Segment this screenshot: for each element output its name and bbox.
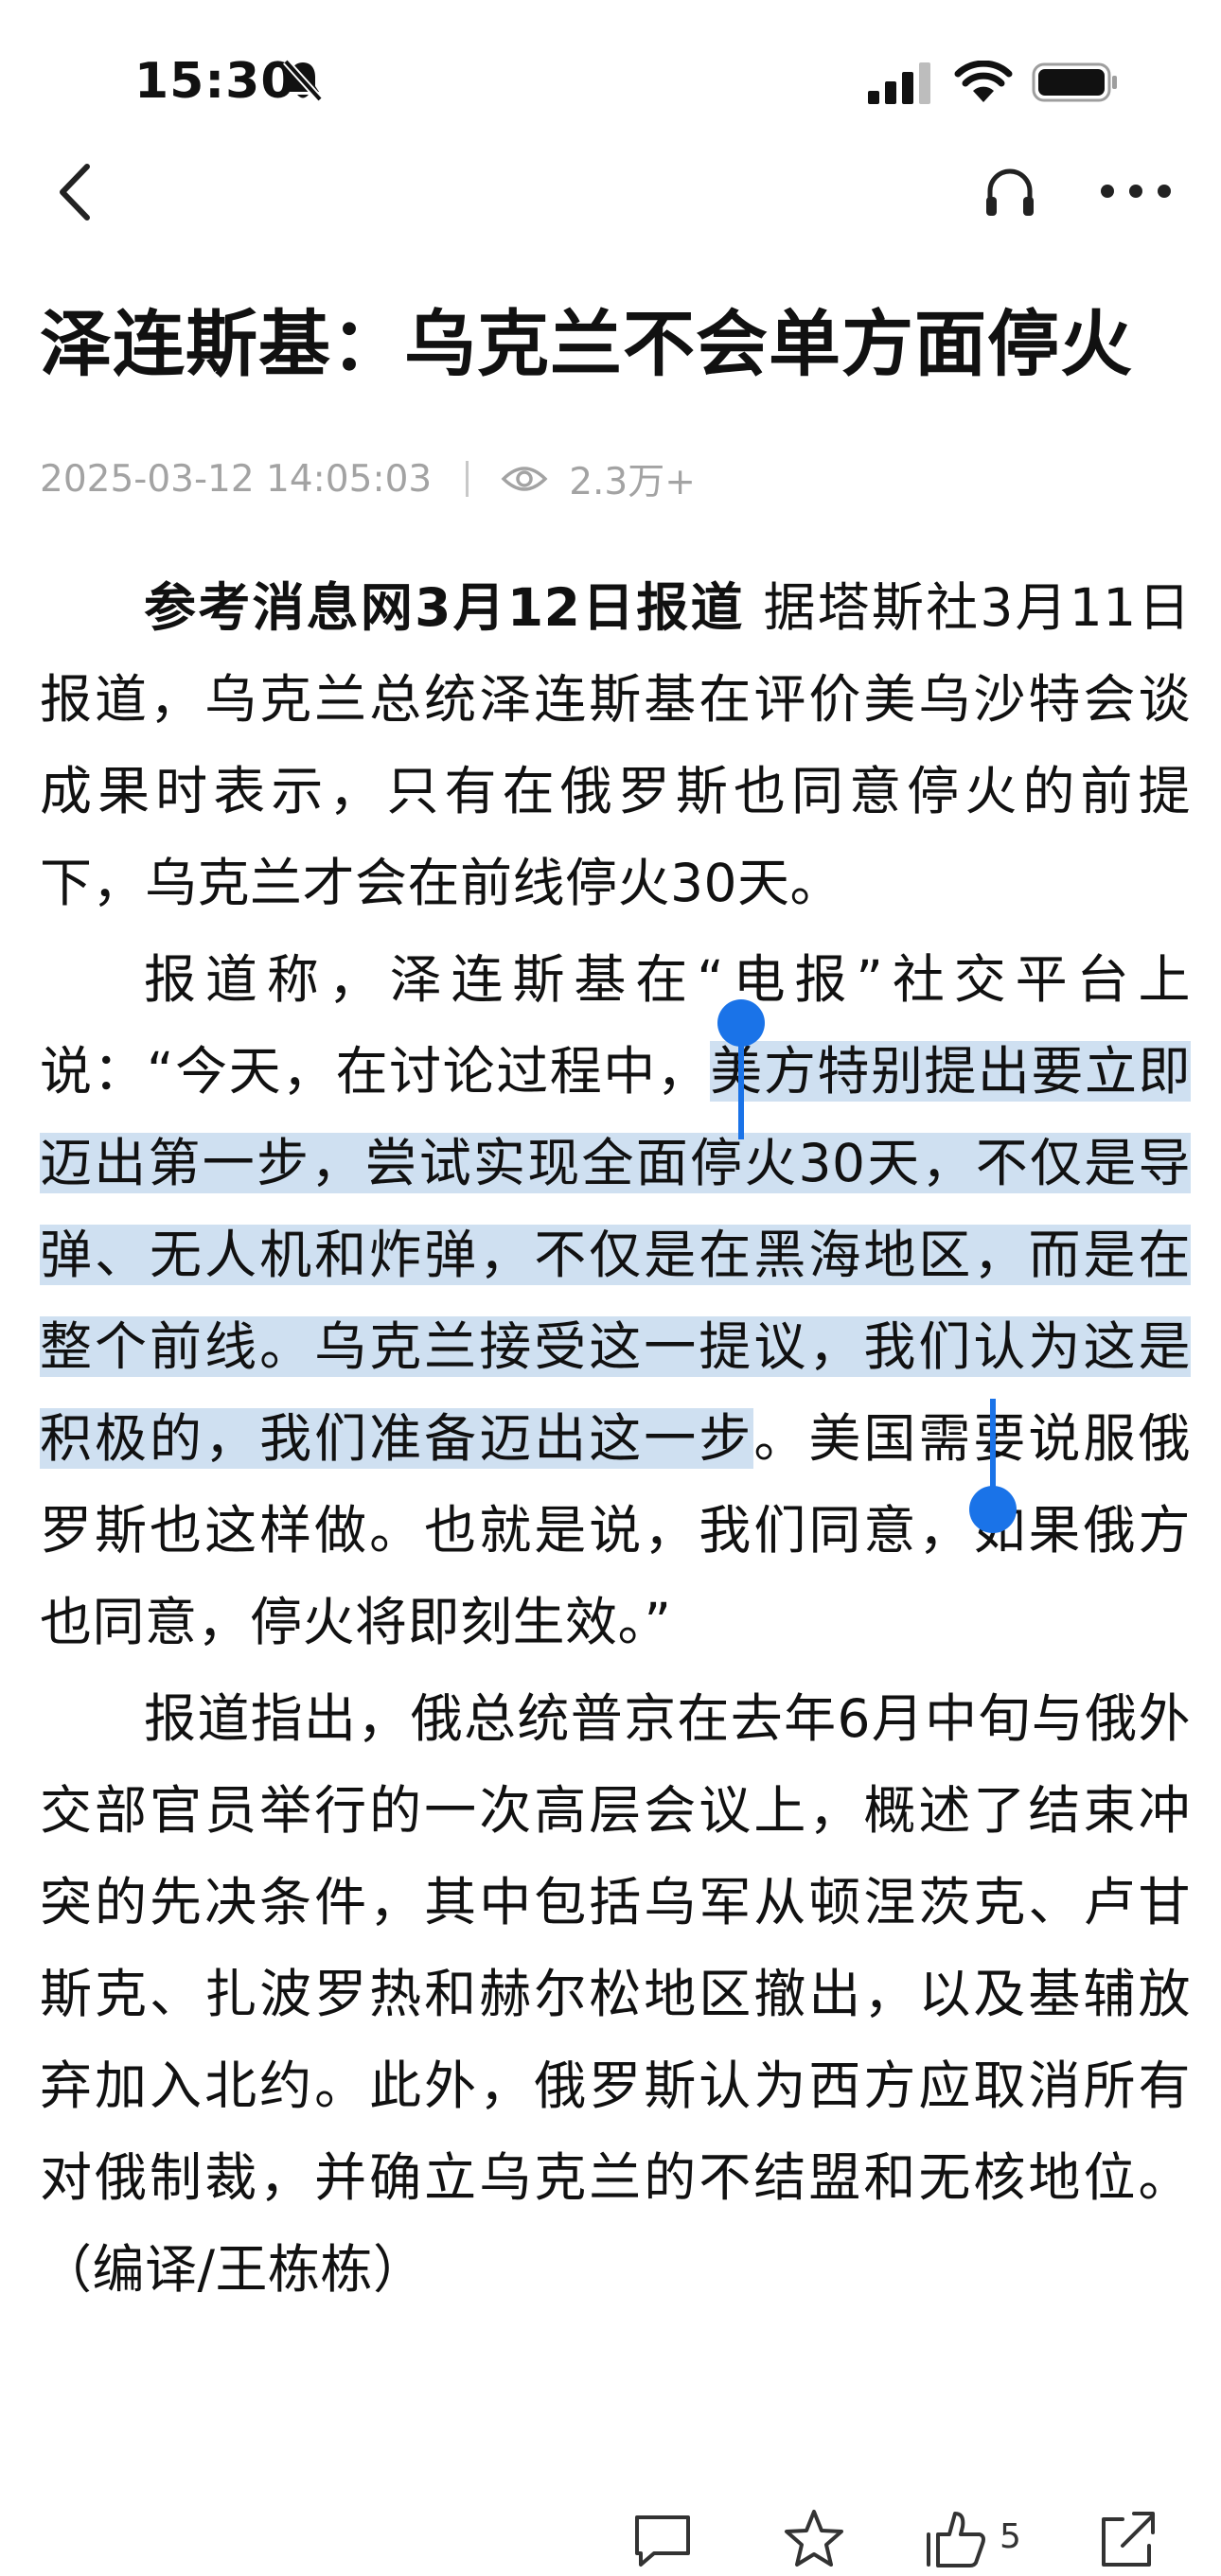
meta-divider (466, 461, 469, 497)
share-icon (1102, 2512, 1155, 2567)
thumbs-up-icon (927, 2512, 985, 2567)
more-dots-icon[interactable] (1098, 170, 1174, 212)
article-meta: 2025-03-12 14:05:03 2.3万+ (40, 452, 696, 505)
selected-text[interactable]: 美方特别提出要立即迈出第一步，尝试实现全面停火30天，不仅是导弹、无人机和炸弹，… (40, 1041, 1191, 1469)
back-chevron-icon[interactable] (49, 159, 102, 225)
dateline: 参考消息网3月12日报道 (144, 577, 745, 638)
battery-icon (1032, 62, 1117, 102)
article-body: 参考消息网3月12日报道 据塔斯社3月11日报道，乌克兰总统泽连斯基在评价美乌沙… (40, 562, 1191, 2320)
paragraph-1[interactable]: 参考消息网3月12日报道 据塔斯社3月11日报道，乌克兰总统泽连斯基在评价美乌沙… (40, 562, 1191, 929)
cellular-signal-icon (868, 62, 930, 104)
wifi-icon (954, 61, 1013, 102)
like-button[interactable] (923, 2506, 989, 2574)
like-count: 5 (1000, 2517, 1021, 2556)
view-count: 2.3万+ (569, 461, 696, 503)
paragraph-2[interactable]: 报道称，泽连斯基在“电报”社交平台上说：“今天，在讨论过程中，美方特别提出要立即… (40, 934, 1191, 1668)
status-time: 15:30 (134, 53, 296, 110)
paragraph-3[interactable]: 报道指出，俄总统普京在去年6月中旬与俄外交部官员举行的一次高层会议上，概述了结束… (40, 1673, 1191, 2316)
article-title: 泽连斯基：乌克兰不会单方面停火 (40, 302, 1133, 386)
comment-icon (635, 2515, 690, 2567)
bell-slash-icon (283, 59, 323, 102)
share-button[interactable] (1094, 2506, 1160, 2574)
selection-end-handle[interactable] (969, 1399, 1017, 1535)
bottom-toolbar (0, 2479, 1221, 2574)
star-icon (785, 2510, 843, 2567)
eye-icon (501, 467, 548, 491)
selection-start-caret (738, 1028, 744, 1139)
publish-datetime: 2025-03-12 14:05:03 (40, 457, 433, 501)
favorite-button[interactable] (781, 2506, 847, 2574)
comment-button[interactable] (629, 2506, 696, 2574)
selection-start-handle[interactable] (717, 999, 765, 1141)
headphones-icon[interactable] (981, 163, 1039, 221)
status-bar: 15:30 (0, 0, 1221, 161)
selection-end-knob[interactable] (969, 1486, 1017, 1533)
